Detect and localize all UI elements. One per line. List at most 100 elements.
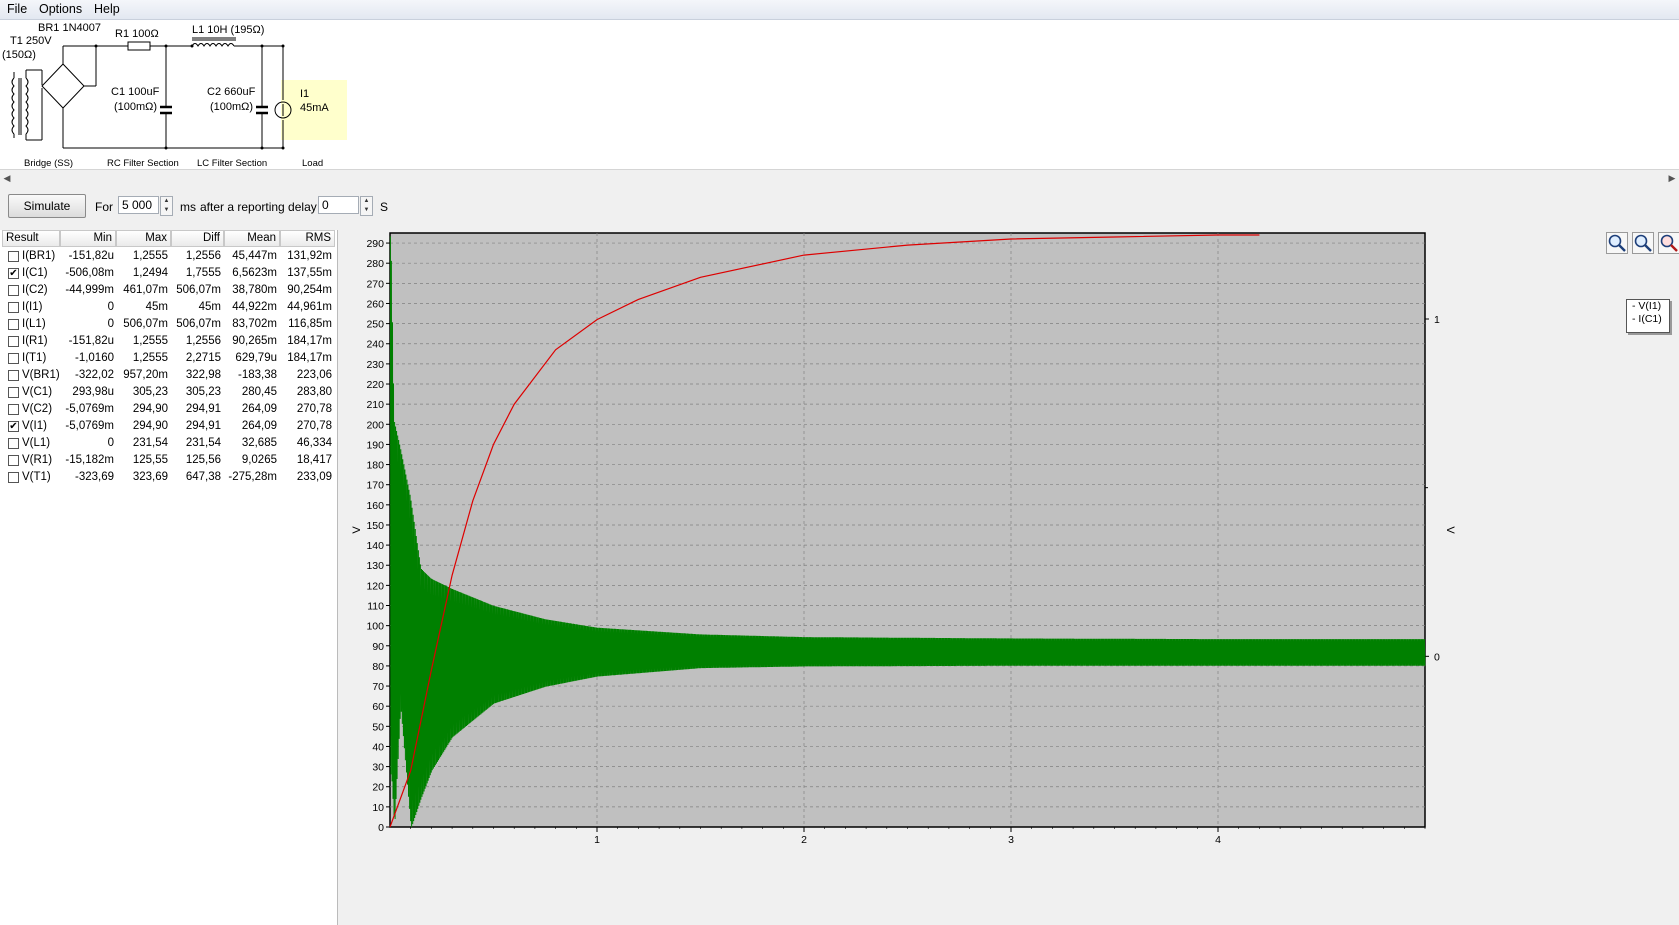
table-row[interactable]: I(BR1) -151,82u 1,2555 1,2556 45,447m 131,92m: [2, 248, 335, 265]
section-lc-filter: LC Filter Section: [197, 158, 267, 169]
table-row[interactable]: V(C2) -5,0769m 294,90 294,91 264,09 270,78: [2, 401, 335, 418]
row-name: V(BR1): [22, 369, 60, 381]
row-checkbox[interactable]: [8, 455, 19, 466]
table-row[interactable]: I(R1) -151,82u 1,2555 1,2556 90,265m 184,17m: [2, 333, 335, 350]
y-tick-label: 140: [366, 540, 384, 552]
table-row[interactable]: I(I1) 0 45m 45m 44,922m 44,961m: [2, 299, 335, 316]
row-checkbox[interactable]: [8, 370, 19, 381]
row-name: V(T1): [22, 471, 51, 483]
row-checkbox[interactable]: [8, 336, 19, 347]
duration-spinner[interactable]: ▲ ▼: [160, 196, 173, 216]
cell-rms: 283,80: [296, 386, 332, 398]
col-min[interactable]: Min: [60, 230, 116, 247]
c2-label-2: (100mΩ): [210, 101, 253, 113]
x-tick-label: 4: [1215, 834, 1221, 846]
cell-rms: 90,254m: [287, 284, 332, 296]
plot-frame: [389, 232, 1426, 828]
row-name: I(I1): [22, 301, 43, 313]
simulate-button[interactable]: Simulate: [8, 194, 86, 218]
table-row[interactable]: ✔ I(C1) -506,08m 1,2494 1,7555 6,5623m 137,55m: [2, 265, 335, 282]
cell-max: 1,2494: [132, 267, 168, 279]
y-tick-label: 40: [372, 741, 384, 753]
cell-rms: 184,17m: [287, 335, 332, 347]
cell-min: 0: [107, 437, 114, 449]
zoom-in-icon[interactable]: [1606, 232, 1628, 254]
y-tick-label: 120: [366, 580, 384, 592]
scroll-right-arrow-icon[interactable]: ▶: [1665, 171, 1679, 185]
for-label: For: [95, 200, 113, 214]
row-name: V(L1): [22, 437, 51, 449]
row-checkbox[interactable]: [8, 302, 19, 313]
menu-options[interactable]: Options: [36, 2, 85, 16]
table-row[interactable]: V(R1) -15,182m 125,55 125,56 9,0265 18,417: [2, 452, 335, 469]
y-tick-label: 210: [366, 399, 384, 411]
col-rms[interactable]: RMS: [280, 230, 335, 247]
spin-up-icon[interactable]: ▲: [161, 197, 172, 206]
cell-diff: 2,2715: [185, 352, 221, 364]
row-checkbox[interactable]: [8, 285, 19, 296]
row-name: I(BR1): [22, 250, 56, 262]
row-checkbox[interactable]: ✔: [8, 268, 19, 279]
cell-max: 294,90: [132, 420, 168, 432]
cell-mean: -183,38: [237, 369, 277, 381]
cell-min: -506,08m: [65, 267, 114, 279]
cell-max: 45m: [145, 301, 168, 313]
col-max[interactable]: Max: [116, 230, 171, 247]
y-tick-label: 30: [372, 762, 384, 774]
c1-label-1: C1 100uF: [111, 86, 160, 98]
table-row[interactable]: I(T1) -1,0160 1,2555 2,2715 629,79u 184,17m: [2, 350, 335, 367]
section-load: Load: [302, 158, 323, 169]
cell-mean: 280,45: [241, 386, 277, 398]
table-row[interactable]: V(L1) 0 231,54 231,54 32,685 46,334: [2, 435, 335, 452]
zoom-reset-icon[interactable]: [1658, 232, 1679, 254]
results-panel: Result Min Max Diff Mean RMS I(BR1) -151,…: [0, 230, 338, 925]
spin-down-icon[interactable]: ▼: [161, 206, 172, 215]
table-row[interactable]: I(L1) 0 506,07m 506,07m 83,702m 116,85m: [2, 316, 335, 333]
cell-rms: 233,09: [296, 471, 332, 483]
circuit-schematic: T1 250V (150Ω) BR1 1N4007 R1 100Ω L1 10H…: [0, 20, 1679, 169]
row-checkbox[interactable]: [8, 319, 19, 330]
legend-entry-vi1: - V(I1): [1632, 300, 1662, 312]
table-row[interactable]: V(C1) 293,98u 305,23 305,23 280,45 283,80: [2, 384, 335, 401]
zoom-out-icon[interactable]: [1632, 232, 1654, 254]
row-checkbox[interactable]: [8, 404, 19, 415]
y-tick-label: 90: [372, 641, 384, 653]
table-row[interactable]: I(C2) -44,999m 461,07m 506,07m 38,780m 90,254…: [2, 282, 335, 299]
y-tick-label: 230: [366, 359, 384, 371]
y2-tick-label: 1: [1434, 314, 1440, 326]
duration-input[interactable]: [118, 196, 159, 214]
cell-min: -151,82u: [68, 335, 114, 347]
menu-file[interactable]: File: [4, 2, 30, 16]
row-checkbox[interactable]: [8, 251, 19, 262]
scroll-left-arrow-icon[interactable]: ◀: [0, 171, 14, 185]
delay-spinner[interactable]: ▲ ▼: [360, 196, 373, 216]
y-tick-label: 190: [366, 439, 384, 451]
row-checkbox[interactable]: [8, 472, 19, 483]
schematic-horizontal-scrollbar[interactable]: ◀ ▶: [0, 169, 1679, 187]
row-checkbox[interactable]: [8, 438, 19, 449]
row-checkbox[interactable]: [8, 353, 19, 364]
menu-help[interactable]: Help: [91, 2, 123, 16]
row-checkbox[interactable]: [8, 387, 19, 398]
cell-rms: 137,55m: [287, 267, 332, 279]
delay-input[interactable]: [318, 196, 359, 214]
section-rc-filter: RC Filter Section: [107, 158, 179, 169]
cell-min: 0: [107, 318, 114, 330]
col-mean[interactable]: Mean: [224, 230, 280, 247]
cell-mean: 44,922m: [232, 301, 277, 313]
l1-label: L1 10H (195Ω): [192, 24, 264, 36]
table-row[interactable]: ✔ V(I1) -5,0769m 294,90 294,91 264,09 270,78: [2, 418, 335, 435]
col-diff[interactable]: Diff: [171, 230, 224, 247]
row-checkbox[interactable]: ✔: [8, 421, 19, 432]
y2-axis-label: V: [1444, 526, 1456, 534]
table-row[interactable]: V(BR1) -322,02 957,20m 322,98 -183,38 223,06: [2, 367, 335, 384]
spin-down-icon[interactable]: ▼: [361, 206, 372, 215]
cell-rms: 131,92m: [287, 250, 332, 262]
table-row[interactable]: V(T1) -323,69 323,69 647,38 -275,28m 233,09: [2, 469, 335, 486]
x-tick-label: 3: [1008, 834, 1014, 846]
cell-max: 461,07m: [123, 284, 168, 296]
x-tick-label: 1: [594, 834, 600, 846]
cell-mean: 264,09: [241, 420, 277, 432]
col-result[interactable]: Result: [2, 230, 60, 247]
spin-up-icon[interactable]: ▲: [361, 197, 372, 206]
